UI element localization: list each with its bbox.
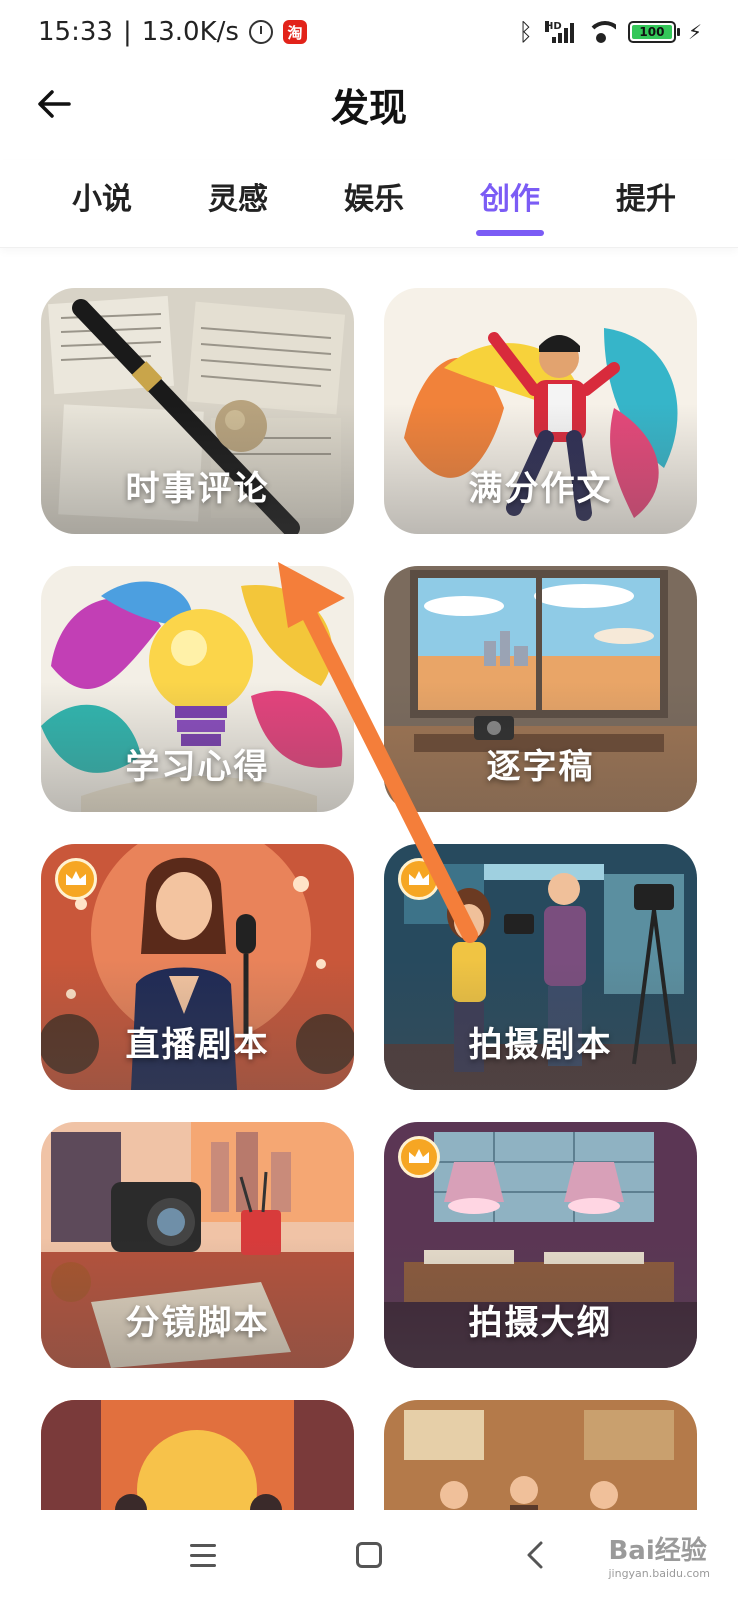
premium-crown-badge [398,1136,440,1178]
taobao-notification-icon: 淘 [282,20,307,44]
tab-inspiration[interactable]: 灵感 [206,160,270,232]
card-full-score-essay[interactable]: 满分作文 [384,288,697,534]
nav-home-button[interactable] [339,1525,399,1585]
status-net-speed: 13.0K/s [141,17,239,47]
wifi-icon [585,21,616,43]
bluetooth-icon: ᛒ [518,18,533,46]
hd-icon: HD [544,21,562,32]
tab-bar: 小说 灵感 娱乐 创作 提升 [0,160,738,248]
baidu-watermark: Bai经验 jingyan.baidu.com [608,1530,710,1580]
header: 发现 [0,64,738,144]
charging-icon: ⚡ [687,20,702,44]
tab-creation[interactable]: 创作 [476,160,544,236]
premium-crown-badge [55,858,97,900]
card-label: 分镜脚本 [125,1303,270,1343]
card-label: 逐字稿 [486,747,595,787]
watermark-subtext: jingyan.baidu.com [608,1567,710,1580]
card-storyboard-script[interactable]: 分镜脚本 [41,1122,354,1368]
status-left: 15:33 | 13.0K/s 淘 [38,17,307,47]
status-bar: 15:33 | 13.0K/s 淘 ᛒ HD 100 ⚡ [0,0,738,64]
page-title: 发现 [330,85,407,130]
card-transcript[interactable]: 逐字稿 [384,566,697,812]
card-label: 拍摄剧本 [468,1025,613,1065]
crown-icon [66,871,86,885]
back-button[interactable] [28,78,80,130]
tab-active-indicator [476,230,544,236]
tab-improve[interactable]: 提升 [614,160,678,232]
partial-card-row [41,1400,697,1512]
card-livestream-script[interactable]: 直播剧本 [41,844,354,1090]
home-icon [356,1542,382,1568]
card-label: 直播剧本 [125,1025,270,1065]
card-grid: 时事评论 满分作文 学习心得 逐字稿 直播剧本 拍摄剧本 分镜脚本 拍摄大纲 [41,288,697,1368]
nav-back-button[interactable] [505,1525,565,1585]
card-study-notes[interactable]: 学习心得 [41,566,354,812]
card-label: 时事评论 [125,469,270,509]
battery-icon: 100 [627,21,680,43]
card-shooting-script[interactable]: 拍摄剧本 [384,844,697,1090]
nav-menu-button[interactable] [173,1525,233,1585]
card-label: 拍摄大纲 [468,1303,613,1343]
card-current-affairs[interactable]: 时事评论 [41,288,354,534]
tab-entertainment[interactable]: 娱乐 [342,160,406,232]
card-label: 学习心得 [125,747,270,787]
office-team-illustration [384,1400,697,1512]
cellular-signal-icon: HD [544,21,574,43]
tab-creation-label: 创作 [480,182,540,217]
sunset-stage-illustration [41,1400,354,1512]
battery-level: 100 [631,25,672,39]
card-partial-right[interactable] [384,1400,697,1512]
back-icon [527,1541,543,1569]
watermark-text: Bai经验 [608,1536,707,1566]
status-divider: | [122,17,132,47]
crown-icon [409,871,429,885]
menu-icon [190,1543,216,1567]
tab-novel[interactable]: 小说 [70,160,134,232]
premium-crown-badge [398,858,440,900]
alarm-icon [248,20,273,44]
status-time: 15:33 [38,17,113,47]
arrow-left-icon [38,90,71,118]
card-shooting-outline[interactable]: 拍摄大纲 [384,1122,697,1368]
crown-icon [409,1149,429,1163]
status-right: ᛒ HD 100 ⚡ [519,18,702,46]
card-partial-left[interactable] [41,1400,354,1512]
card-label: 满分作文 [468,469,613,509]
